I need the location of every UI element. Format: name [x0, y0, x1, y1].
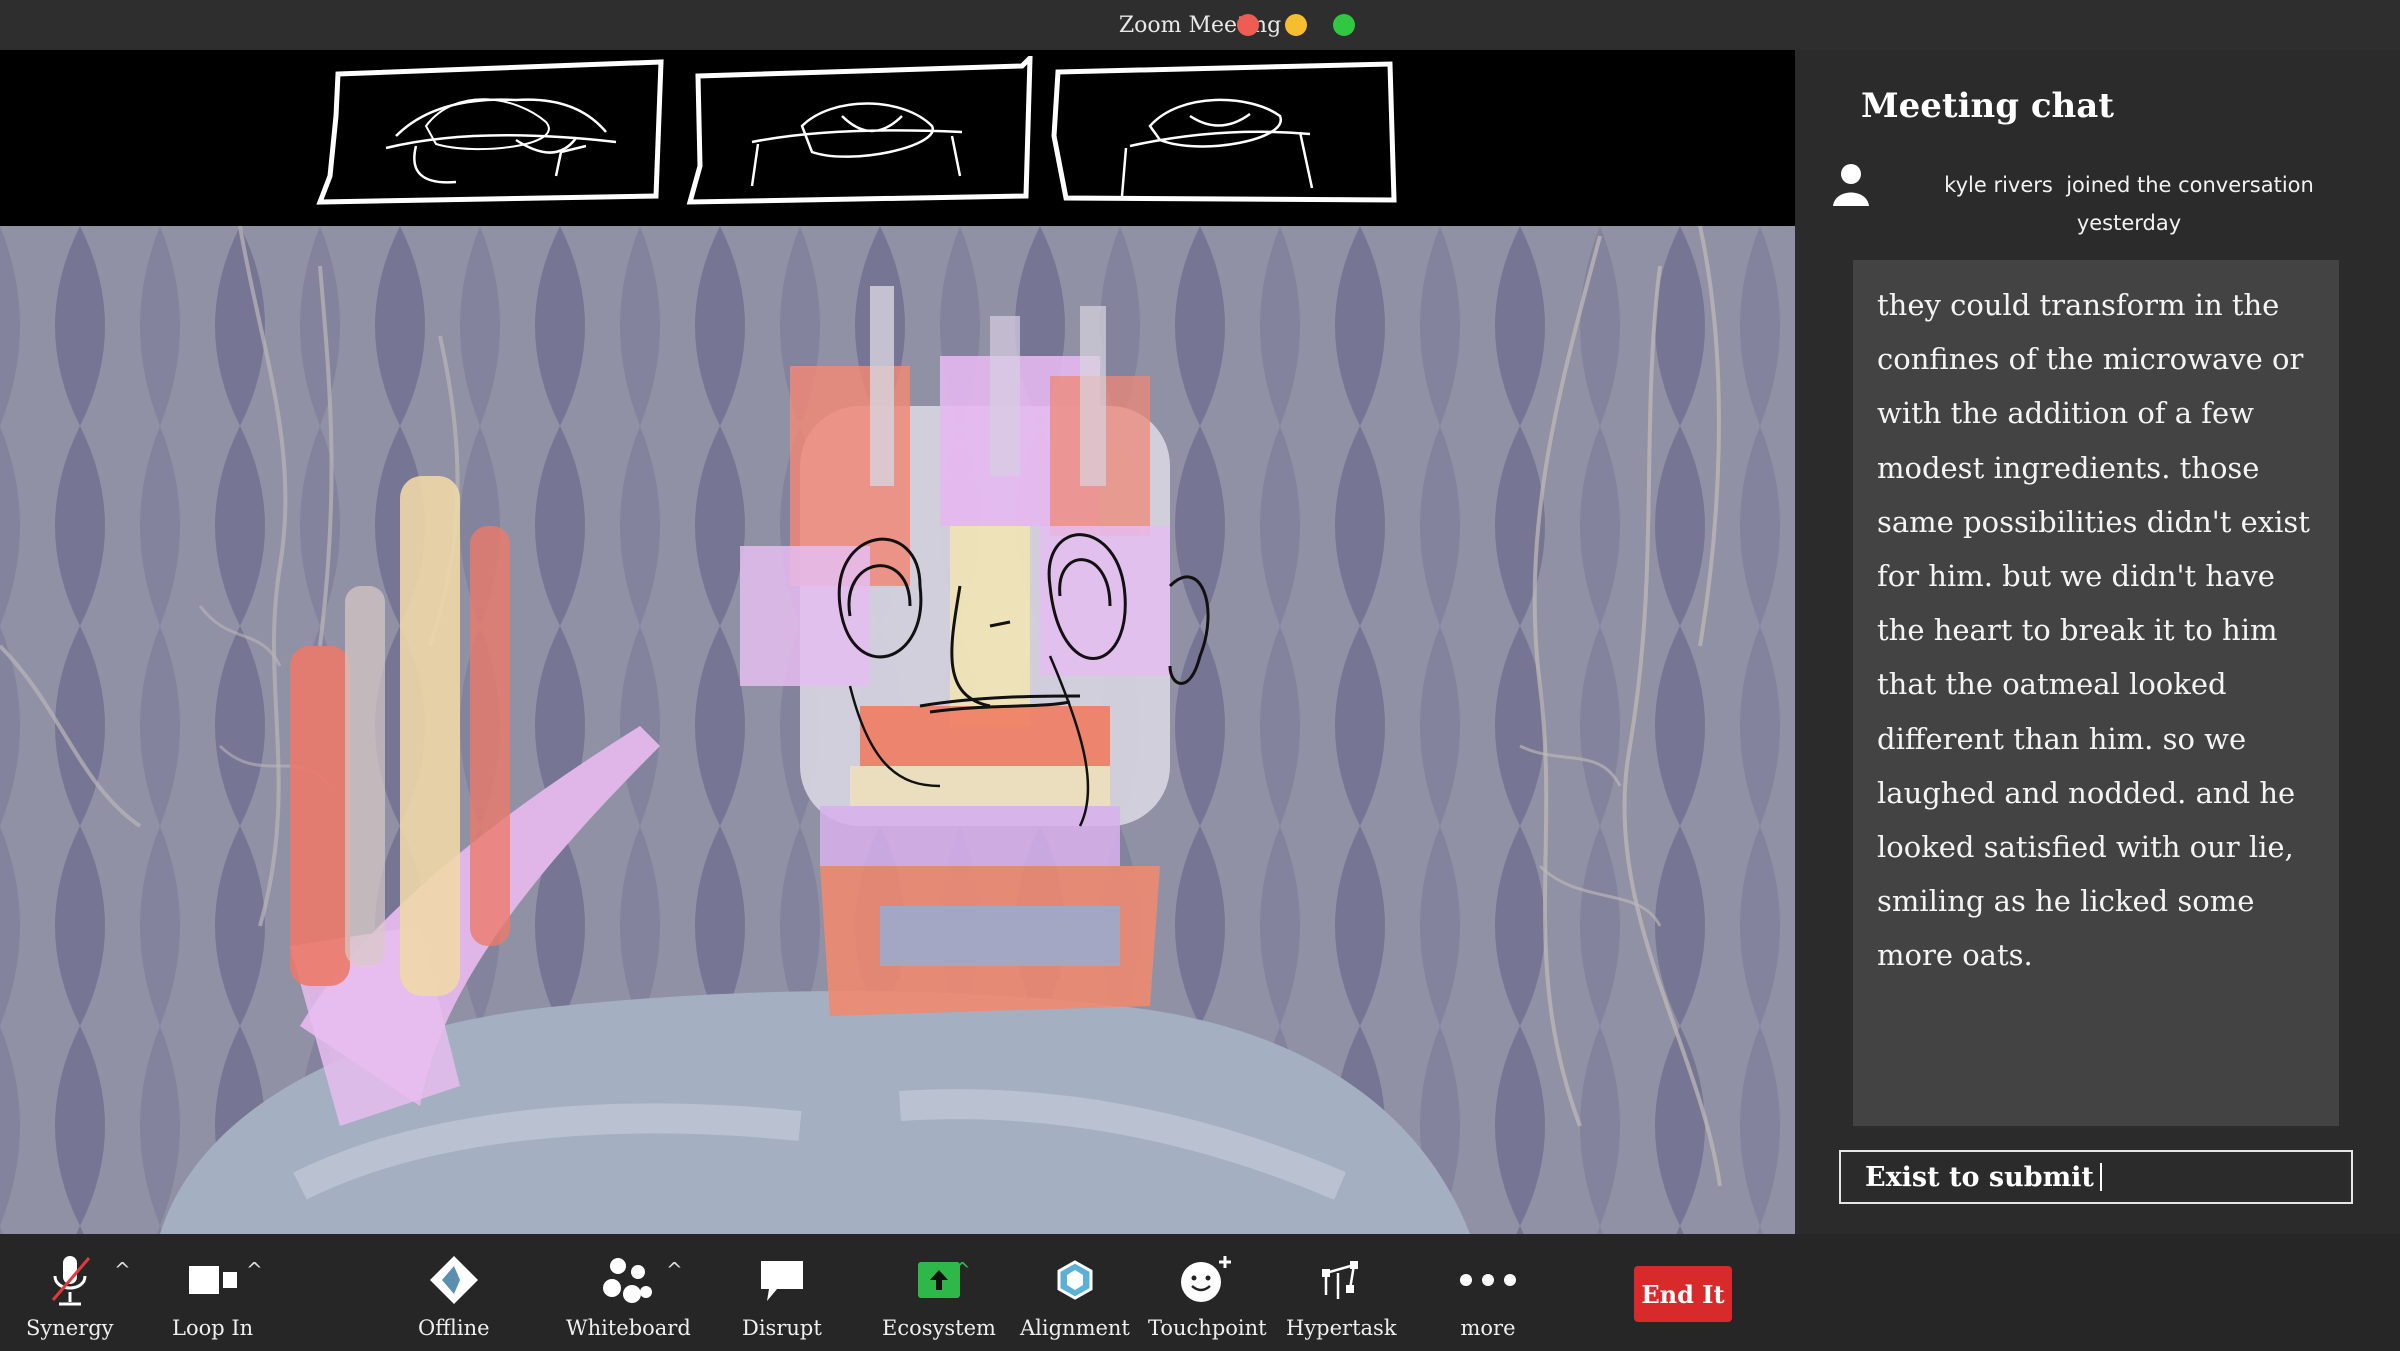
- chat-message-box: they could transform in the confines of …: [1853, 260, 2339, 1126]
- chat-title: Meeting chat: [1861, 86, 2115, 126]
- smiley-add-icon: [1181, 1256, 1232, 1302]
- join-message: joined the conversation: [2066, 173, 2314, 197]
- synergy-button[interactable]: Synergy: [26, 1248, 114, 1340]
- participants-icon: [603, 1258, 653, 1303]
- more-button[interactable]: more: [1458, 1248, 1518, 1340]
- speech-bubble-icon: [760, 1261, 803, 1301]
- title-bar: Zoom Meeting: [0, 0, 2400, 50]
- active-speaker-video[interactable]: [0, 226, 1795, 1234]
- participant-thumbnails: [0, 50, 1795, 226]
- hypertask-button[interactable]: Hypertask: [1286, 1248, 1397, 1340]
- hexagon-icon: [1057, 1260, 1093, 1300]
- microphone-muted-icon: [51, 1256, 90, 1306]
- end-meeting-button[interactable]: End It: [1634, 1266, 1732, 1322]
- more-dots-icon: [1460, 1274, 1516, 1286]
- chat-message-text: they could transform in the confines of …: [1877, 288, 2310, 973]
- offline-button[interactable]: Offline: [418, 1248, 490, 1340]
- ecosystem-button[interactable]: Ecosystem: [882, 1248, 996, 1340]
- maximize-window-button[interactable]: [1333, 14, 1355, 36]
- loop-in-button[interactable]: Loop In: [172, 1248, 253, 1340]
- chat-panel: Meeting chat kyle rivers joined the conv…: [1795, 50, 2400, 1234]
- participant-thumbnail-3[interactable]: [1050, 56, 1402, 206]
- chat-input-value: Exist to submit: [1865, 1161, 2094, 1193]
- minimize-window-button[interactable]: [1285, 14, 1307, 36]
- disrupt-button[interactable]: Disrupt: [742, 1248, 822, 1340]
- diamond-icon: [429, 1256, 478, 1304]
- touchpoint-button[interactable]: Touchpoint: [1148, 1248, 1267, 1340]
- join-time: yesterday: [2076, 211, 2182, 235]
- video-options-caret[interactable]: ^: [246, 1258, 263, 1282]
- participant-icon: [1833, 164, 1869, 206]
- text-caret: [2099, 1163, 2102, 1191]
- participant-thumbnail-2[interactable]: [682, 56, 1034, 206]
- chat-input[interactable]: Exist to submit: [1839, 1150, 2353, 1204]
- speaker-painting: [0, 226, 1795, 1234]
- video-area: [0, 50, 1795, 1234]
- whiteboard-options-caret[interactable]: ^: [666, 1258, 683, 1282]
- join-name: kyle rivers: [1944, 173, 2053, 197]
- hypertask-icon: [1322, 1261, 1359, 1299]
- alignment-button[interactable]: Alignment: [1020, 1248, 1130, 1340]
- video-camera-icon: [188, 1266, 237, 1294]
- share-options-caret[interactable]: ^: [954, 1258, 971, 1282]
- close-window-button[interactable]: [1237, 14, 1259, 36]
- meeting-toolbar: Synergy ^ Loop In ^ Offline Whiteboard ^…: [0, 1234, 2400, 1351]
- audio-options-caret[interactable]: ^: [114, 1258, 131, 1282]
- participant-thumbnail-1[interactable]: [316, 56, 668, 206]
